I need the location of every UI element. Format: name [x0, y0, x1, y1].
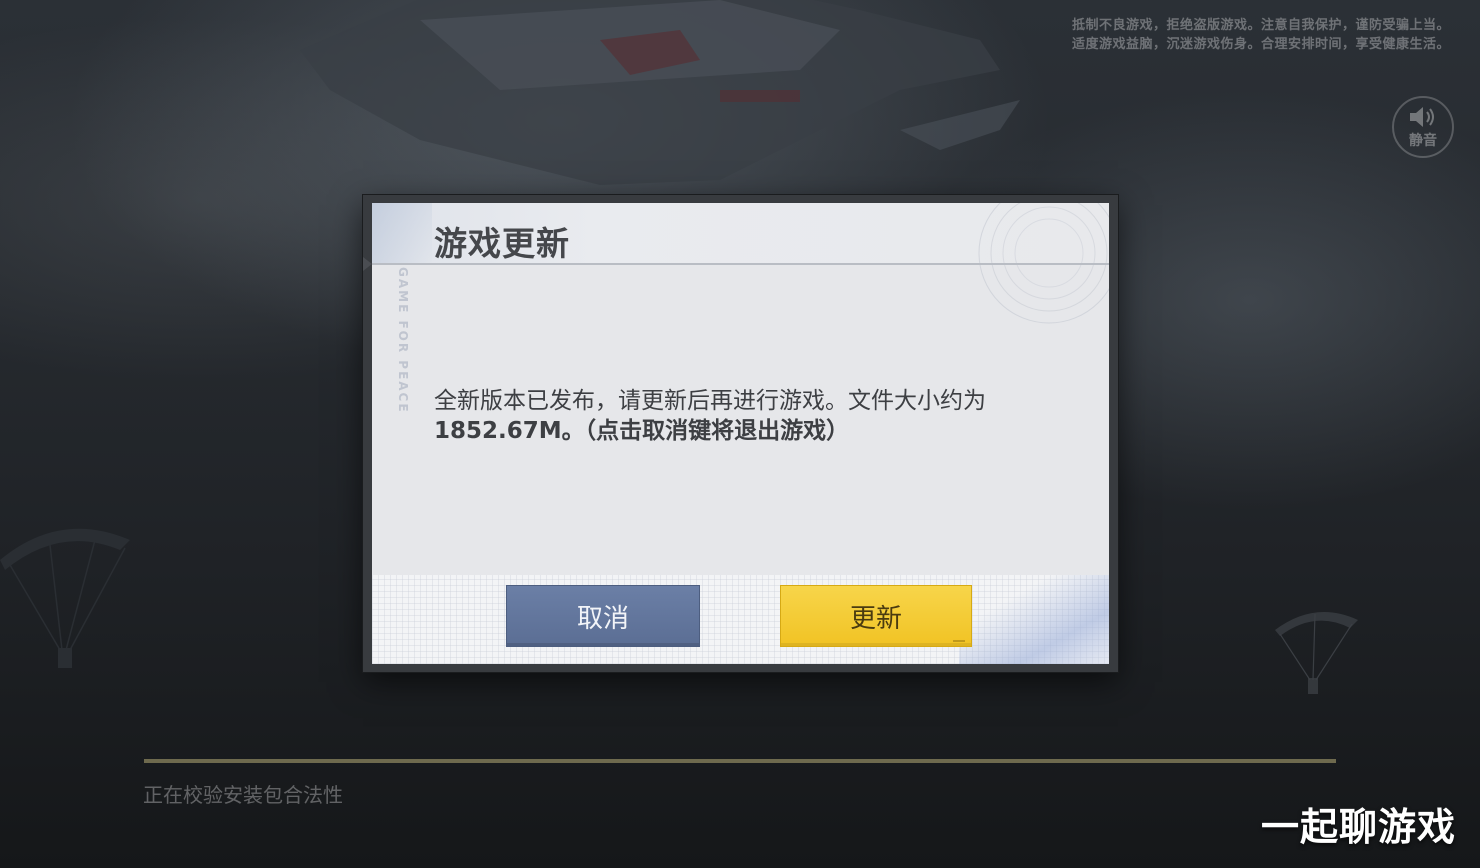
- header-rings-decoration: [978, 203, 1109, 324]
- update-dialog: 游戏更新 GAME FOR PEACE 全新版本已发布，请更新后再进行游戏。文件…: [372, 203, 1109, 664]
- dialog-left-notch: [363, 257, 372, 271]
- health-notice-line-1: 抵制不良游戏，拒绝盗版游戏。注意自我保护，谨防受骗上当。: [1071, 18, 1450, 33]
- update-message: 全新版本已发布，请更新后再进行游戏。文件大小约为 1852.67M。（点击取消键…: [434, 386, 1074, 446]
- update-button[interactable]: 更新: [780, 585, 972, 647]
- game-for-peace-watermark: GAME FOR PEACE: [396, 267, 410, 414]
- dialog-header: 游戏更新: [372, 203, 1109, 324]
- header-decoration: [372, 203, 432, 265]
- health-notice-line-2: 适度游戏益脑，沉迷游戏伤身。合理安排时间，享受健康生活。: [1071, 37, 1450, 52]
- mute-label: 静音: [1409, 133, 1437, 149]
- speaker-icon: [1410, 107, 1434, 127]
- header-divider: [372, 263, 1109, 265]
- verification-progress-bar: [144, 759, 1336, 763]
- update-message-line-2: 1852.67M。（点击取消键将退出游戏）: [434, 418, 850, 444]
- dialog-footer: [372, 575, 1109, 664]
- update-message-line-1: 全新版本已发布，请更新后再进行游戏。文件大小约为: [434, 388, 986, 414]
- verification-status-text: 正在校验安装包合法性: [143, 783, 343, 807]
- aircraft-background-illustration: [300, 0, 1020, 185]
- parachute-right-illustration: [1275, 612, 1358, 694]
- game-launch-screen: 抵制不良游戏，拒绝盗版游戏。注意自我保护，谨防受骗上当。 适度游戏益脑，沉迷游戏…: [0, 0, 1480, 868]
- health-gaming-notice: 抵制不良游戏，拒绝盗版游戏。注意自我保护，谨防受骗上当。 适度游戏益脑，沉迷游戏…: [990, 16, 1450, 54]
- channel-watermark: 一起聊游戏: [1260, 805, 1456, 849]
- footer-accent-decoration: [959, 575, 1109, 664]
- dialog-title: 游戏更新: [434, 224, 570, 263]
- mute-button[interactable]: 静音: [1392, 96, 1454, 158]
- cancel-button[interactable]: 取消: [506, 585, 700, 647]
- verification-progress-fill: [144, 759, 1336, 763]
- parachute-left-illustration: [0, 528, 130, 668]
